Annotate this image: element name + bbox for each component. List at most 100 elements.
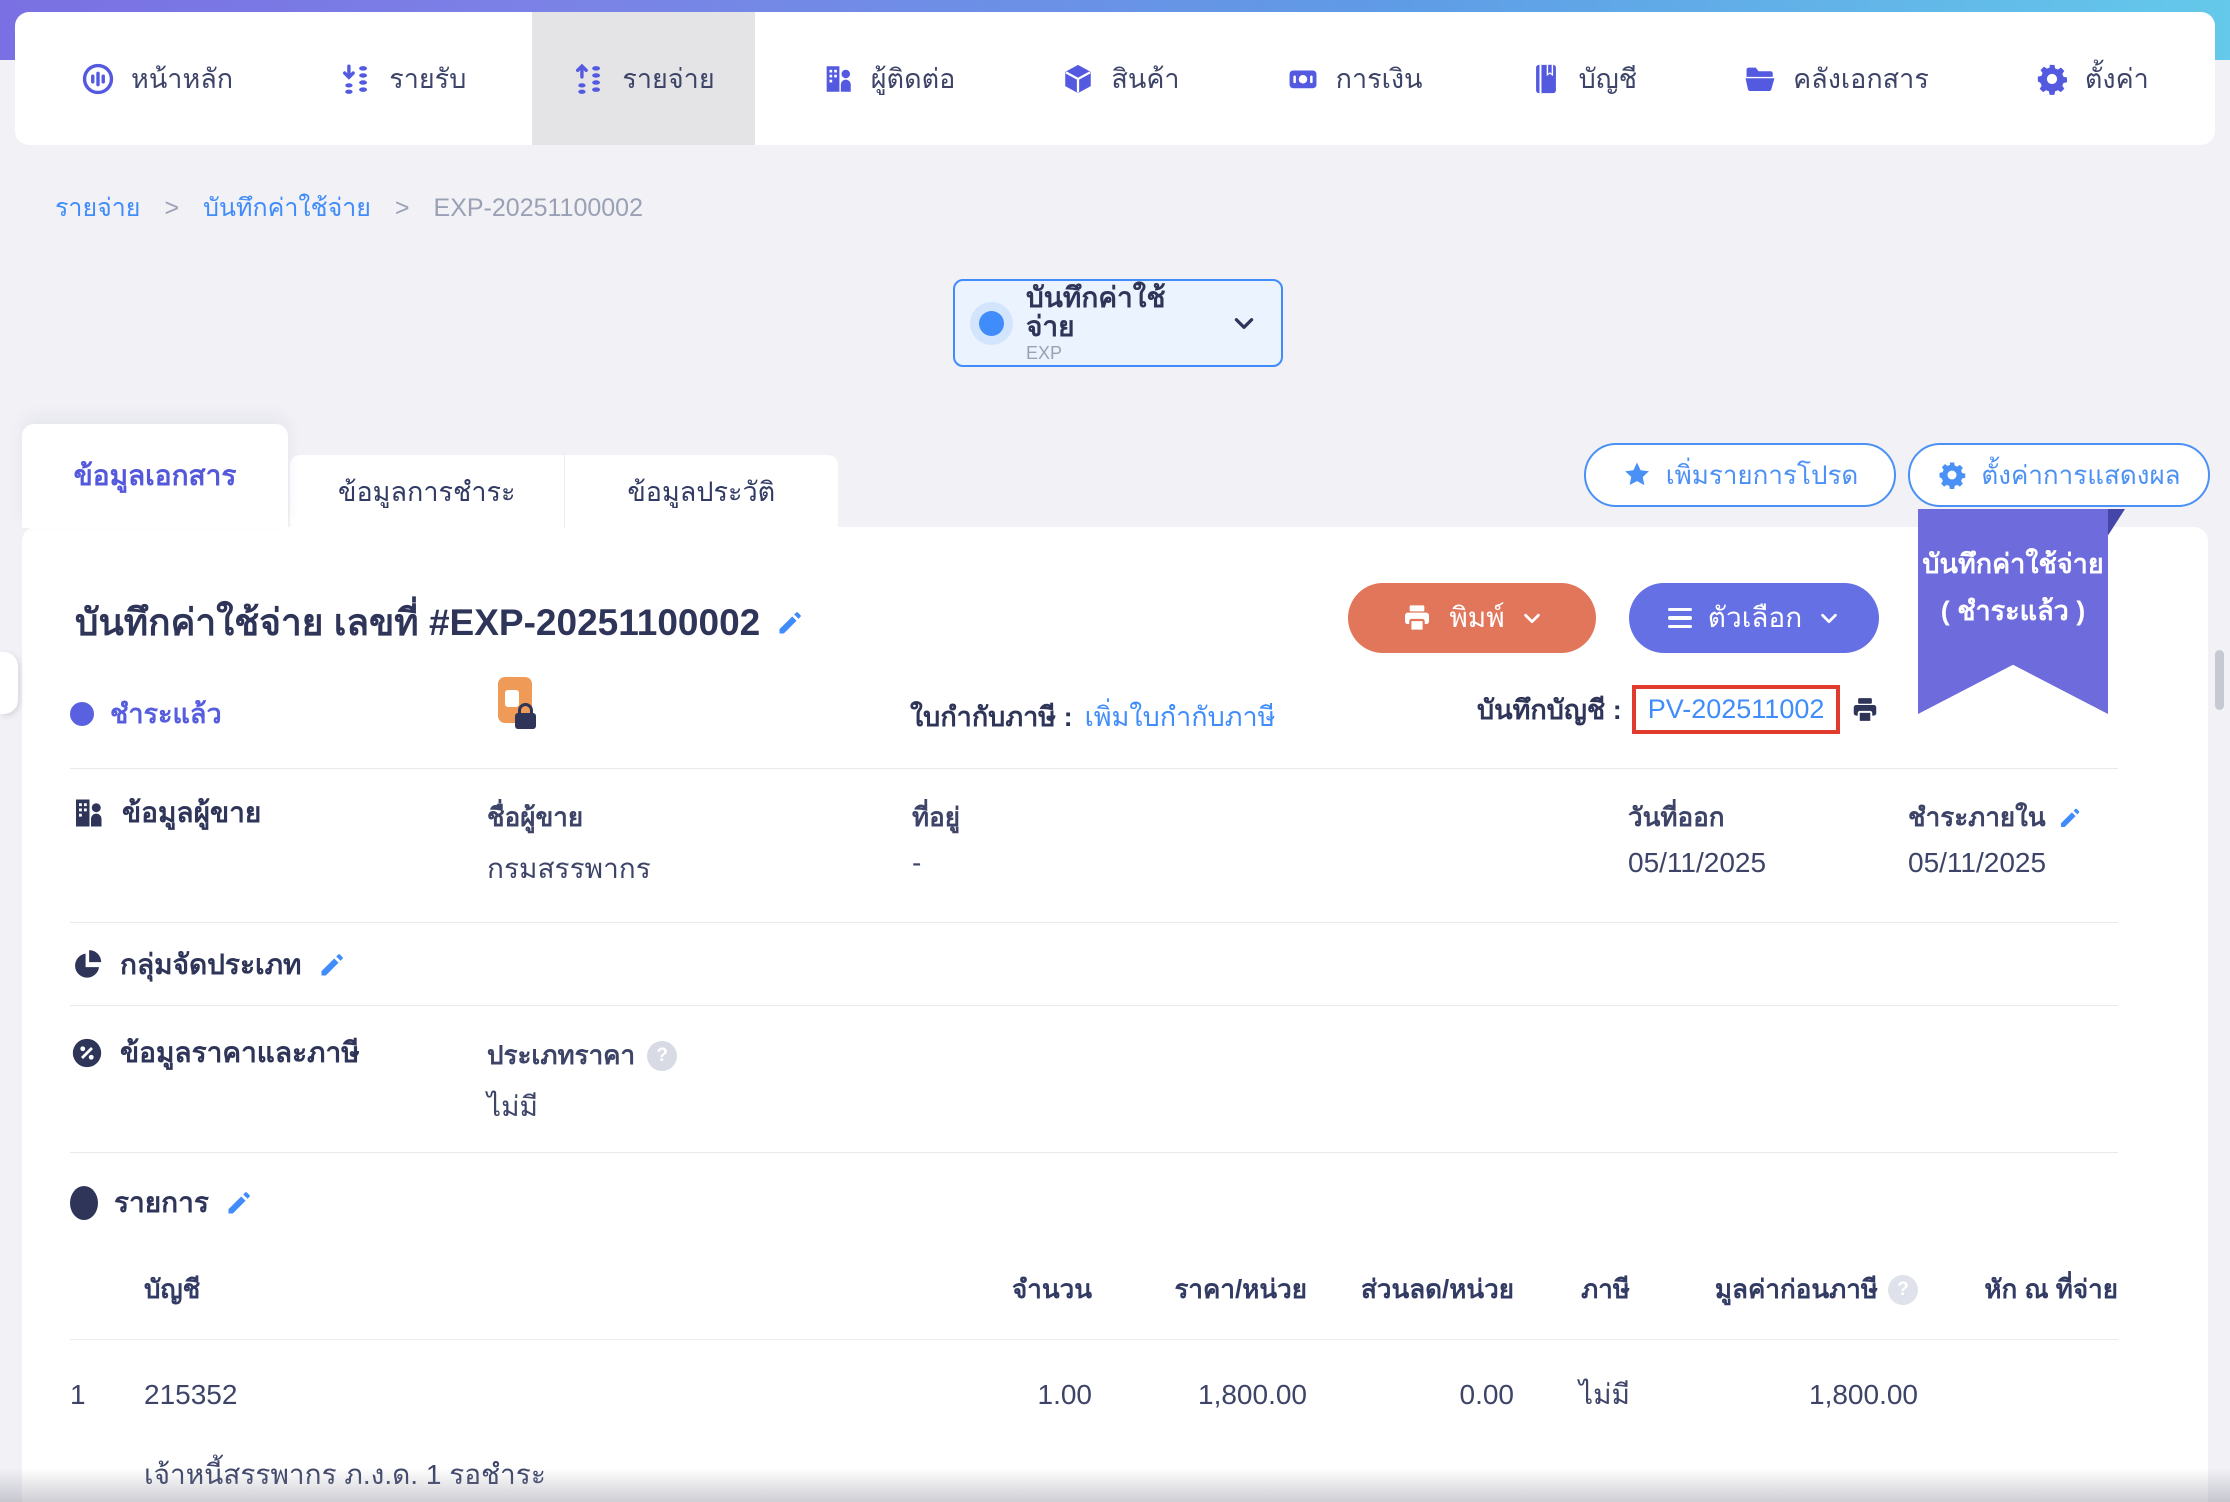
page-title: บันทึกค่าใช้จ่าย เลขที่ #EXP-20251100002 — [75, 602, 761, 643]
status-label: ชำระแล้ว — [110, 699, 222, 729]
nav-label: คลังเอกสาร — [1793, 64, 1929, 94]
divider — [70, 768, 2118, 769]
nav-label: หน้าหลัก — [131, 64, 234, 94]
main-nav: หน้าหลัก รายรับ รายจ่าย ผู้ติดต่อ สินค้า… — [15, 12, 2215, 145]
classification-section-label: กลุ่มจัดประเภท — [120, 949, 302, 980]
due-date-label-row: ชำระภายใน — [1908, 797, 2082, 838]
seller-name-link[interactable]: กรมสรรพากร — [487, 847, 651, 891]
table-header-divider — [70, 1339, 2118, 1340]
col-pretax-label: มูลค่าก่อนภาษี — [1714, 1274, 1878, 1304]
ribbon-status: ( ชำระแล้ว ) — [1940, 596, 2086, 626]
divider — [70, 1005, 2118, 1006]
tab-label: ข้อมูลประวัติ — [627, 477, 776, 507]
options-label: ตัวเลือก — [1707, 602, 1803, 633]
accounting-icon — [1535, 64, 1556, 93]
col-withholding: หัก ณ ที่จ่าย — [1984, 1274, 2118, 1304]
printer-icon — [1405, 605, 1430, 632]
chevron-down-icon — [1523, 613, 1540, 624]
journal-entry-link[interactable]: PV-202511002 — [1648, 694, 1825, 725]
chevron-down-icon — [1234, 318, 1254, 329]
tab-history-info[interactable]: ข้อมูลประวัติ — [563, 455, 839, 528]
seller-section-title: ข้อมูลผู้ขาย — [70, 791, 261, 835]
due-date-label: ชำระภายใน — [1908, 802, 2046, 832]
classification-section-title: กลุ่มจัดประเภท — [70, 943, 346, 987]
pretax-help-icon[interactable]: ? — [1888, 1274, 1918, 1305]
cell-quantity: 1.00 — [1037, 1379, 1093, 1410]
nav-item-documents[interactable]: คลังเอกสาร — [1703, 12, 1969, 145]
nav-item-settings[interactable]: ตั้งค่า — [1995, 12, 2189, 145]
tab-payment-info[interactable]: ข้อมูลการชำระ — [290, 455, 564, 528]
edit-classification-pencil-icon[interactable] — [318, 951, 346, 979]
issue-date-label: วันที่ออก — [1628, 802, 1725, 832]
cell-unit-price: 1,800.00 — [1198, 1379, 1307, 1410]
nav-item-expense[interactable]: รายจ่าย — [532, 12, 755, 145]
pricing-section-label: ข้อมูลราคาและภาษี — [120, 1037, 360, 1068]
breadcrumb: รายจ่าย > บันทึกค่าใช้จ่าย > EXP-2025110… — [55, 188, 643, 228]
options-button[interactable]: ตัวเลือก — [1629, 583, 1879, 653]
display-settings-button[interactable]: ตั้งค่าการแสดงผล — [1908, 443, 2210, 507]
edit-items-pencil-icon[interactable] — [225, 1189, 253, 1217]
col-quantity: จำนวน — [1012, 1274, 1092, 1304]
document-title-row: บันทึกค่าใช้จ่าย เลขที่ #EXP-20251100002 — [75, 593, 804, 652]
address-value: - — [912, 847, 922, 878]
nav-item-products[interactable]: สินค้า — [1021, 12, 1219, 145]
nav-label: สินค้า — [1111, 64, 1180, 94]
nav-label: บัญชี — [1578, 64, 1638, 94]
nav-item-accounting[interactable]: บัญชี — [1489, 12, 1677, 145]
seller-name-label: ชื่อผู้ขาย — [487, 802, 584, 832]
locked-document-icon[interactable] — [498, 677, 546, 737]
col-pretax-value: มูลค่าก่อนภาษี ? — [1630, 1269, 1918, 1310]
col-account: บัญชี — [144, 1274, 201, 1304]
income-icon — [343, 64, 368, 94]
breadcrumb-expense[interactable]: รายจ่าย — [55, 188, 140, 228]
pricing-section-title: ข้อมูลราคาและภาษี — [70, 1031, 360, 1075]
nav-label: การเงิน — [1335, 64, 1423, 94]
col-unit-price: ราคา/หน่วย — [1174, 1274, 1307, 1304]
cell-pretax-value: 1,800.00 — [1809, 1379, 1918, 1410]
contacts-icon — [826, 65, 851, 92]
doc-type-dropdown[interactable]: บันทึกค่าใช้จ่าย EXP — [953, 279, 1283, 367]
scrollbar-thumb[interactable] — [2215, 650, 2224, 710]
cell-unit-discount: 0.00 — [1459, 1379, 1515, 1410]
seller-building-icon — [76, 799, 102, 827]
items-section-title: รายการ — [70, 1181, 253, 1225]
items-bullet-icon — [70, 1186, 98, 1220]
row-description: เจ้าหนี้สรรพากร ภ.ง.ด. 1 รอชำระ — [144, 1459, 546, 1490]
document-slot — [505, 690, 519, 707]
doc-type-code: EXP — [1026, 343, 1063, 364]
tab-group: ข้อมูลการชำระ ข้อมูลประวัติ — [290, 455, 838, 528]
divider — [70, 922, 2118, 923]
seller-section-label: ข้อมูลผู้ขาย — [122, 797, 262, 828]
table-row[interactable]: 1 215352 1.00 1,800.00 0.00 ไม่มี 1,800.… — [70, 1373, 2118, 1417]
journal-entry-row: บันทึกบัญชี : PV-202511002 — [1477, 685, 1880, 734]
nav-label: ตั้งค่า — [2084, 64, 2149, 94]
doc-type-text: บันทึกค่าใช้จ่าย EXP — [1026, 283, 1209, 364]
tax-invoice-label: ใบกำกับภาษี : — [910, 702, 1073, 732]
breadcrumb-expense-record[interactable]: บันทึกค่าใช้จ่าย — [203, 188, 371, 228]
pie-chart-icon — [75, 950, 102, 978]
expense-icon — [576, 63, 601, 94]
status-badge: ชำระแล้ว — [70, 692, 222, 735]
edit-due-date-pencil-icon[interactable] — [2058, 806, 2082, 830]
lock-body — [515, 713, 536, 729]
price-type-help-icon[interactable]: ? — [647, 1040, 678, 1071]
col-tax: ภาษี — [1581, 1274, 1630, 1304]
edit-title-pencil-icon[interactable] — [776, 609, 804, 637]
add-tax-invoice-link[interactable]: เพิ่มใบกำกับภาษี — [1085, 695, 1276, 738]
ribbon-doc-type: บันทึกค่าใช้จ่าย — [1922, 549, 2104, 579]
settings-icon — [2037, 64, 2067, 95]
status-dot-icon — [70, 701, 94, 726]
side-panel-handle[interactable] — [0, 652, 18, 714]
print-label: พิมพ์ — [1449, 602, 1505, 633]
nav-item-income[interactable]: รายรับ — [299, 12, 506, 145]
finance-icon — [1289, 70, 1317, 88]
percent-badge-icon — [72, 1038, 102, 1068]
nav-item-contacts[interactable]: ผู้ติดต่อ — [781, 12, 996, 145]
nav-item-home[interactable]: หน้าหลัก — [41, 12, 273, 145]
print-button[interactable]: พิมพ์ — [1348, 583, 1596, 653]
print-journal-icon[interactable] — [1850, 695, 1880, 725]
price-type-label: ประเภทราคา — [487, 1040, 636, 1070]
add-favorite-button[interactable]: เพิ่มรายการโปรด — [1584, 443, 1896, 507]
tab-document-info[interactable]: ข้อมูลเอกสาร — [22, 424, 288, 528]
nav-item-finance[interactable]: การเงิน — [1246, 12, 1463, 145]
